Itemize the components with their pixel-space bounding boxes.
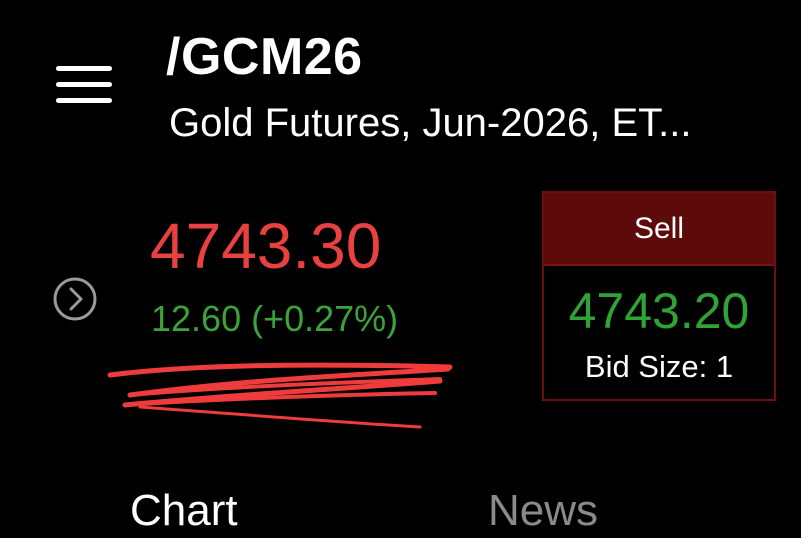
tab-news[interactable]: News (488, 484, 598, 538)
menu-button[interactable] (56, 66, 112, 104)
tab-chart[interactable]: Chart (130, 484, 238, 538)
red-scribble-annotation (107, 362, 453, 429)
sell-label: Sell (544, 193, 774, 266)
last-price: 4743.30 (150, 210, 382, 282)
hamburger-menu-icon (56, 66, 112, 71)
hamburger-menu-icon-bar (56, 98, 112, 103)
hamburger-menu-icon-bar (56, 82, 112, 87)
bid-price: 4743.20 (568, 283, 750, 339)
contract-name: Gold Futures, Jun-2026, ET... (169, 101, 692, 145)
price-change: 12.60 (+0.27%) (151, 298, 399, 339)
symbol-title: /GCM26 (166, 28, 363, 86)
bid-size: Bid Size: 1 (584, 349, 734, 384)
sell-button[interactable]: Sell 4743.20 Bid Size: 1 (542, 191, 776, 401)
chevron-right-circle-icon[interactable] (52, 276, 98, 322)
